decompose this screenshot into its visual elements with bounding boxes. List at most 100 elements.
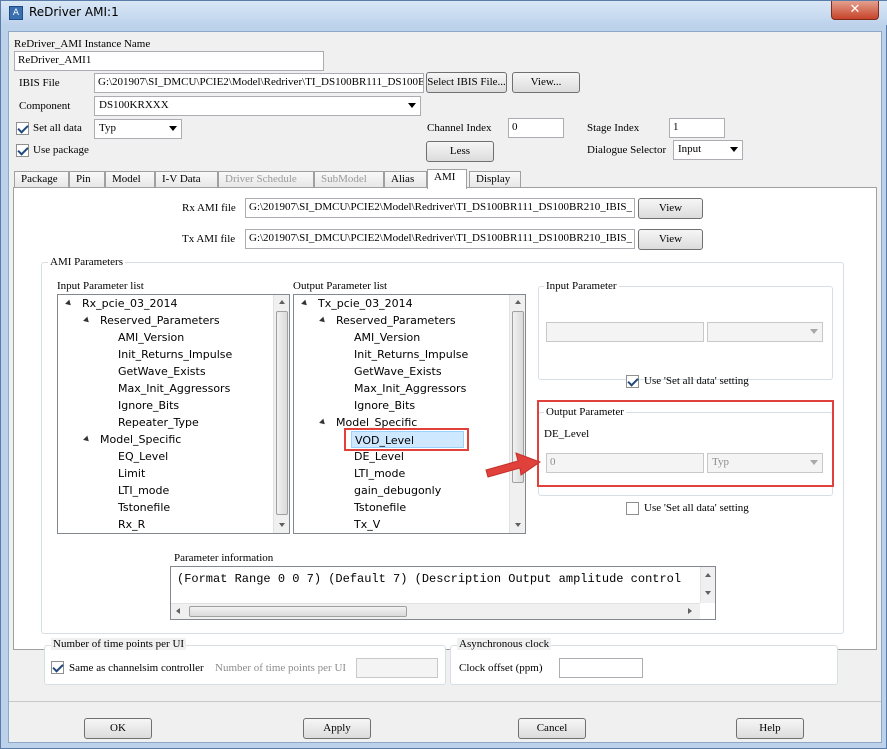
tab-ami[interactable]: AMI [427, 169, 467, 189]
input-parameter-select[interactable] [707, 322, 823, 342]
tree-node-reserved-parameters[interactable]: Reserved_Parameters [336, 312, 456, 329]
less-button[interactable]: Less [426, 141, 494, 162]
tree-node-model-specific[interactable]: Model_Specific [100, 431, 181, 448]
tab-alias[interactable]: Alias [384, 171, 427, 188]
instance-name-input[interactable]: ReDriver_AMI1 [14, 51, 324, 71]
tx-ami-view-button[interactable]: View [638, 229, 703, 250]
tree-node-getwave-exists[interactable]: GetWave_Exists [118, 363, 206, 380]
scroll-right-arrow-icon[interactable] [688, 608, 692, 614]
set-all-data-label: Set all data [33, 122, 82, 134]
tree-node-repeater-type[interactable]: Repeater_Type [118, 414, 199, 431]
help-button[interactable]: Help [736, 718, 804, 739]
tab-package[interactable]: Package [14, 171, 69, 188]
same-as-channelsim-checkbox[interactable] [51, 661, 64, 674]
expanded-triangle-icon [301, 299, 309, 308]
tree-node-ami-version[interactable]: AMI_Version [118, 329, 184, 346]
input-parameter-tree[interactable]: Rx_pcie_03_2014 Reserved_Parameters AMI_… [57, 294, 290, 534]
input-use-set-all-checkbox[interactable] [626, 375, 639, 388]
rx-ami-file-input[interactable]: G:\201907\SI_DMCU\PCIE2\Model\Redriver\T… [245, 198, 635, 218]
time-points-count-label: Number of time points per UI [215, 662, 347, 674]
title-bar[interactable]: A ReDriver AMI:1 ✕ [1, 1, 887, 25]
tree-node-tx-v[interactable]: Tx_V [354, 516, 380, 533]
scroll-up-arrow-icon[interactable] [279, 300, 285, 304]
scrollbar-thumb[interactable] [276, 311, 288, 515]
output-use-set-all-label: Use 'Set all data' setting [644, 502, 749, 514]
expanded-triangle-icon [65, 299, 73, 308]
scroll-down-arrow-icon[interactable] [515, 523, 521, 527]
parameter-information-box[interactable]: (Format Range 0 0 7) (Default 7) (Descri… [170, 566, 716, 620]
tree-node-ignore-bits[interactable]: Ignore_Bits [118, 397, 179, 414]
tree-node-gain-debugonly[interactable]: gain_debugonly [354, 482, 441, 499]
tree-node-ignore-bits[interactable]: Ignore_Bits [354, 397, 415, 414]
use-package-checkbox[interactable] [16, 144, 29, 157]
time-points-count-input[interactable] [356, 658, 438, 678]
tab-display[interactable]: Display [469, 171, 521, 188]
tree-node-reserved-parameters[interactable]: Reserved_Parameters [100, 312, 220, 329]
tab-pin[interactable]: Pin [69, 171, 105, 188]
view-ibis-button[interactable]: View... [512, 72, 580, 93]
scroll-down-arrow-icon[interactable] [279, 523, 285, 527]
tree-node-lti-mode[interactable]: LTI_mode [118, 482, 169, 499]
tree-node-max-init-aggressors[interactable]: Max_Init_Aggressors [354, 380, 466, 397]
scroll-up-arrow-icon[interactable] [515, 300, 521, 304]
tab-iv-data[interactable]: I-V Data [155, 171, 218, 188]
instance-name-label: ReDriver_AMI Instance Name [14, 38, 151, 50]
rx-ami-view-button[interactable]: View [638, 198, 703, 219]
apply-button[interactable]: Apply [303, 718, 371, 739]
input-parameter-list-title: Input Parameter list [57, 280, 144, 292]
clock-offset-input[interactable] [559, 658, 643, 678]
tree-node-getwave-exists[interactable]: GetWave_Exists [354, 363, 442, 380]
output-parameter-tree[interactable]: Tx_pcie_03_2014 Reserved_Parameters AMI_… [293, 294, 526, 534]
tree-node-rx-r[interactable]: Rx_R [118, 516, 145, 533]
chevron-down-icon [408, 103, 416, 108]
chevron-down-icon [169, 126, 177, 131]
tree-node-limit[interactable]: Limit [118, 465, 145, 482]
component-select[interactable]: DS100KRXXX [94, 96, 421, 116]
scroll-left-arrow-icon[interactable] [176, 608, 180, 614]
tree-node-eq-level[interactable]: EQ_Level [118, 448, 168, 465]
ami-tab-panel: Rx AMI file G:\201907\SI_DMCU\PCIE2\Mode… [13, 187, 877, 650]
set-all-data-select[interactable]: Typ [94, 119, 182, 139]
component-label: Component [19, 100, 71, 112]
expanded-triangle-icon [319, 316, 327, 325]
dialogue-selector-select[interactable]: Input [673, 140, 743, 160]
tree-node-tstonefile[interactable]: Tstonefile [118, 499, 170, 516]
scroll-up-arrow-icon[interactable] [705, 573, 711, 577]
tree-node-tstonefile[interactable]: Tstonefile [354, 499, 406, 516]
select-ibis-file-button[interactable]: Select IBIS File... [426, 72, 507, 93]
input-parameter-value[interactable] [546, 322, 704, 342]
set-all-data-checkbox[interactable] [16, 122, 29, 135]
tab-submodel[interactable]: SubModel [314, 171, 384, 188]
scrollbar-thumb[interactable] [189, 606, 407, 617]
cancel-button[interactable]: Cancel [518, 718, 586, 739]
tree-node-ami-version[interactable]: AMI_Version [354, 329, 420, 346]
dialog-body: ReDriver_AMI Instance Name ReDriver_AMI1… [8, 31, 882, 743]
tree-node-max-init-aggressors[interactable]: Max_Init_Aggressors [118, 380, 230, 397]
chevron-down-icon [810, 329, 818, 334]
tree-node-init-returns-impulse[interactable]: Init_Returns_Impulse [354, 346, 468, 363]
tree-node-tx-root[interactable]: Tx_pcie_03_2014 [318, 295, 413, 312]
output-use-set-all-checkbox[interactable] [626, 502, 639, 515]
stage-index-label: Stage Index [587, 122, 640, 134]
tree-node-init-returns-impulse[interactable]: Init_Returns_Impulse [118, 346, 232, 363]
tab-driver-schedule[interactable]: Driver Schedule [218, 171, 314, 188]
tx-ami-file-input[interactable]: G:\201907\SI_DMCU\PCIE2\Model\Redriver\T… [245, 229, 635, 249]
channel-index-input[interactable]: 0 [508, 118, 564, 138]
tree-node-lti-mode[interactable]: LTI_mode [354, 465, 405, 482]
close-button[interactable]: ✕ [831, 1, 879, 20]
input-tree-scrollbar[interactable] [273, 295, 289, 533]
scroll-down-arrow-icon[interactable] [705, 591, 711, 595]
ibis-file-label: IBIS File [19, 77, 60, 89]
button-separator [9, 701, 881, 702]
ibis-file-input[interactable]: G:\201907\SI_DMCU\PCIE2\Model\Redriver\T… [94, 73, 424, 93]
info-horizontal-scrollbar[interactable] [171, 603, 700, 619]
input-parameter-title: Input Parameter [544, 280, 619, 292]
dialogue-selector-value: Input [678, 143, 702, 155]
output-tree-scrollbar[interactable] [509, 295, 525, 533]
info-vertical-scrollbar[interactable] [700, 567, 715, 603]
vod-level-highlight-box [344, 428, 469, 451]
stage-index-input[interactable]: 1 [669, 118, 725, 138]
tree-node-rx-root[interactable]: Rx_pcie_03_2014 [82, 295, 178, 312]
ok-button[interactable]: OK [84, 718, 152, 739]
tab-model[interactable]: Model [105, 171, 155, 188]
